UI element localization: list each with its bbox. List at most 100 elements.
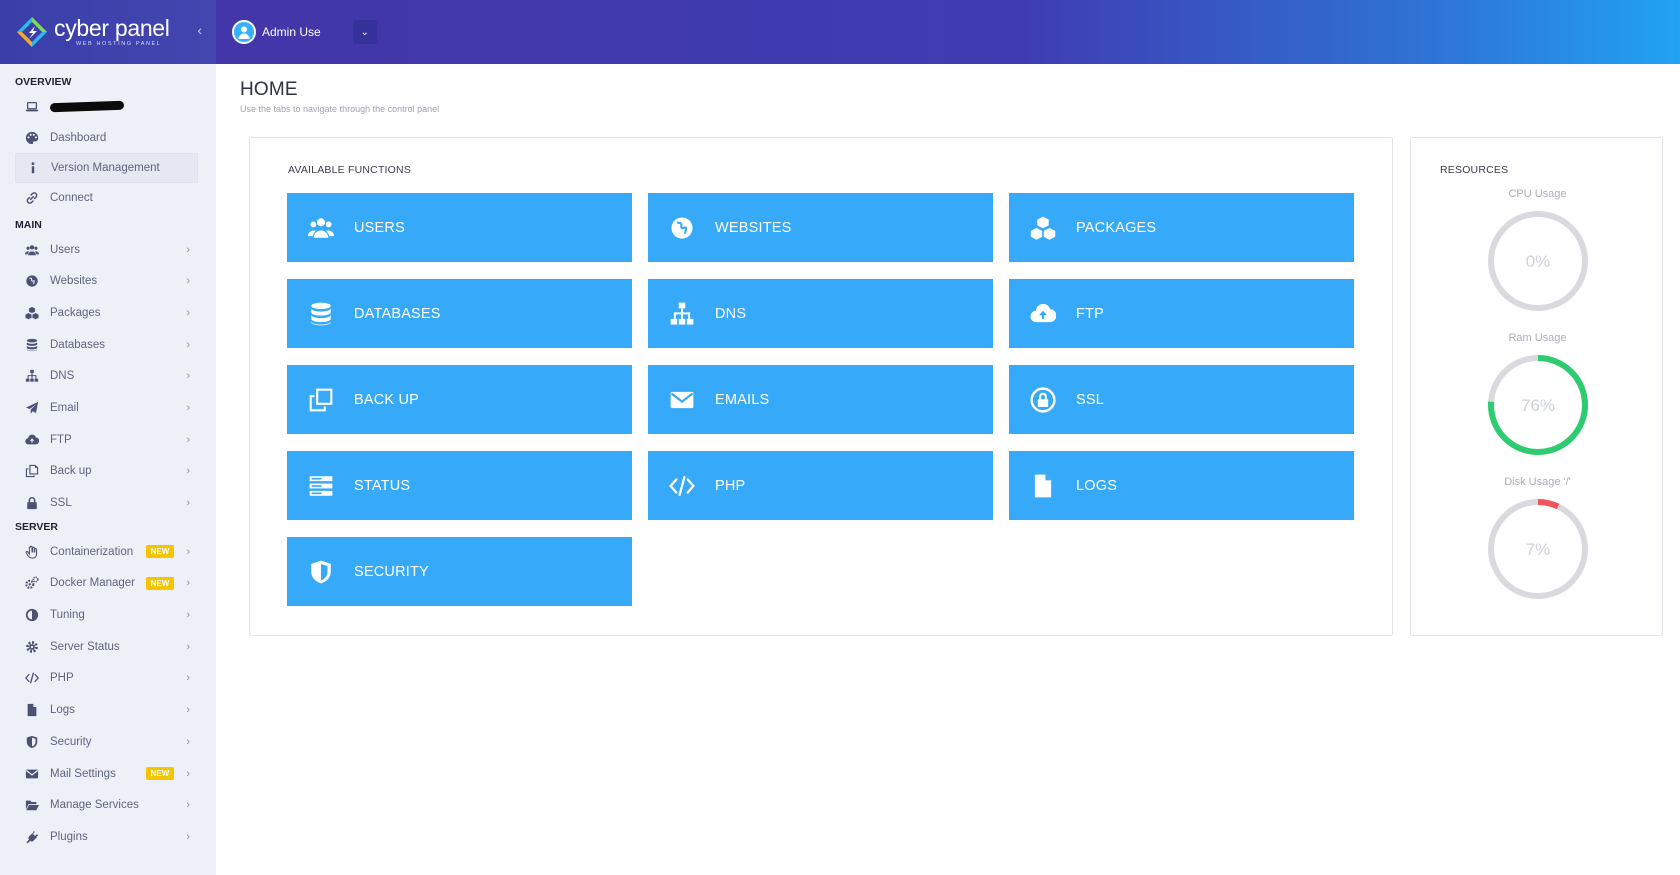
sidebar-item-back-up[interactable]: Back up › <box>0 456 216 488</box>
page-subtitle: Use the tabs to navigate through the con… <box>240 104 440 114</box>
function-tile-ssl[interactable]: SSL <box>1009 365 1354 434</box>
sidebar-item-label: Containerization <box>50 545 134 558</box>
sidebar-item-dashboard[interactable]: Dashboard <box>0 123 216 153</box>
copy-icon <box>307 386 335 414</box>
cubes-icon <box>24 305 40 321</box>
tile-label: LOGS <box>1076 477 1118 494</box>
sidebar-item-ftp[interactable]: FTP › <box>0 424 216 456</box>
chevron-right-icon: › <box>186 830 190 843</box>
sidebar-item-label: DNS <box>50 370 75 383</box>
function-tile-databases[interactable]: DATABASES <box>287 279 632 348</box>
sidebar-item-email[interactable]: Email › <box>0 392 216 424</box>
database-icon <box>307 300 335 328</box>
resources-panel: RESOURCES CPU Usage 0% Ram Usage 76% Dis… <box>1410 137 1663 636</box>
sidebar-item-connect[interactable]: Connect <box>0 183 216 213</box>
sidebar-item-plugins[interactable]: Plugins › <box>0 821 216 853</box>
sidebar-item-label: Logs <box>50 704 75 717</box>
sidebar-item-logs[interactable]: Logs › <box>0 694 216 726</box>
function-tile-users[interactable]: USERS <box>287 193 632 262</box>
envelope-icon <box>668 386 696 414</box>
tile-label: PACKAGES <box>1076 219 1157 236</box>
chevron-right-icon: › <box>186 338 190 351</box>
chevron-right-icon: › <box>186 640 190 653</box>
brand-name: cyber panel <box>54 15 170 41</box>
sidebar-item-label: Server Status <box>50 640 120 653</box>
function-tile-security[interactable]: SECURITY <box>287 537 632 606</box>
function-tile-emails[interactable]: EMAILS <box>648 365 993 434</box>
server-icon <box>307 472 335 500</box>
sidebar: cyber panel WEB HOSTING PANEL ‹ OVERVIEW… <box>0 0 216 875</box>
sidebar-item-websites[interactable]: Websites › <box>0 265 216 297</box>
sidebar-item-server-hostname[interactable] <box>0 91 216 123</box>
code-icon <box>24 670 40 686</box>
disk-usage-gauge: Disk Usage '/' 7% <box>1411 476 1664 602</box>
user-name[interactable]: Admin Use <box>262 25 321 39</box>
sidebar-item-label: Connect <box>50 191 93 204</box>
function-tile-logs[interactable]: LOGS <box>1009 451 1354 520</box>
sidebar-item-docker-manager[interactable]: Docker Manager NEW › <box>0 568 216 600</box>
chevron-right-icon: › <box>186 767 190 780</box>
sidebar-item-security[interactable]: Security › <box>0 726 216 758</box>
function-tile-websites[interactable]: WEBSITES <box>648 193 993 262</box>
database-icon <box>24 337 40 353</box>
function-tile-packages[interactable]: PACKAGES <box>1009 193 1354 262</box>
copy-icon <box>24 463 40 479</box>
laptop-icon <box>24 99 40 115</box>
sidebar-item-label: SSL <box>50 497 72 510</box>
sidebar-item-dns[interactable]: DNS › <box>0 360 216 392</box>
tile-label: SSL <box>1076 391 1105 408</box>
lock-icon <box>1029 386 1057 414</box>
sidebar-item-users[interactable]: Users › <box>0 234 216 266</box>
tile-label: DATABASES <box>354 305 441 322</box>
sidebar-collapse-icon[interactable]: ‹ <box>197 22 202 38</box>
sidebar-item-label: Security <box>50 735 92 748</box>
user-avatar-icon[interactable] <box>232 20 256 44</box>
sidebar-item-containerization[interactable]: Containerization NEW › <box>0 536 216 568</box>
code-icon <box>668 472 696 500</box>
sidebar-item-tuning[interactable]: Tuning › <box>0 599 216 631</box>
sidebar-item-databases[interactable]: Databases › <box>0 329 216 361</box>
sidebar-item-ssl[interactable]: SSL › <box>0 487 216 519</box>
info-icon <box>25 160 41 176</box>
sidebar-item-manage-services[interactable]: Manage Services › <box>0 789 216 821</box>
chevron-right-icon: › <box>186 609 190 622</box>
available-functions-panel: AVAILABLE FUNCTIONS USERS WEBSITES PACKA… <box>249 137 1393 636</box>
sidebar-item-label: Databases <box>50 338 105 351</box>
section-server: SERVER <box>15 520 58 533</box>
chevron-right-icon: › <box>186 370 190 383</box>
brand-tagline: WEB HOSTING PANEL <box>76 41 162 47</box>
sidebar-item-label: Packages <box>50 306 101 319</box>
sidebar-item-php[interactable]: PHP › <box>0 663 216 695</box>
user-menu-chevron-down-icon[interactable]: ⌄ <box>352 20 377 44</box>
sidebar-item-mail-settings[interactable]: Mail Settings NEW › <box>0 758 216 790</box>
brand-bar: cyber panel WEB HOSTING PANEL ‹ <box>0 0 216 64</box>
new-badge: NEW <box>145 576 175 590</box>
function-tile-back-up[interactable]: BACK UP <box>287 365 632 434</box>
tile-label: DNS <box>715 305 747 322</box>
gear-icon <box>24 639 40 655</box>
gauge-value: 76% <box>1520 396 1554 415</box>
cogs-icon <box>24 575 40 591</box>
function-tile-dns[interactable]: DNS <box>648 279 993 348</box>
sidebar-item-label: Email <box>50 401 79 414</box>
sitemap-icon <box>668 300 696 328</box>
cyberpanel-logo-icon[interactable] <box>16 16 48 48</box>
sidebar-item-packages[interactable]: Packages › <box>0 297 216 329</box>
sidebar-item-version-management[interactable]: Version Management <box>15 152 198 183</box>
function-tile-status[interactable]: STATUS <box>287 451 632 520</box>
sidebar-item-label: Manage Services <box>50 799 139 812</box>
plug-icon <box>24 829 40 845</box>
sidebar-item-label: FTP <box>50 433 72 446</box>
function-tile-ftp[interactable]: FTP <box>1009 279 1354 348</box>
function-tile-php[interactable]: PHP <box>648 451 993 520</box>
sidebar-item-label: Mail Settings <box>50 767 116 780</box>
gauge-label: Ram Usage <box>1508 332 1567 344</box>
cpu-usage-gauge: CPU Usage 0% <box>1411 188 1664 314</box>
cloud-upload-icon <box>24 432 40 448</box>
new-badge: NEW <box>145 545 175 559</box>
adjust-icon <box>24 607 40 623</box>
shield-icon <box>307 558 335 586</box>
sidebar-item-label: Version Management <box>51 161 160 174</box>
sidebar-item-server-status[interactable]: Server Status › <box>0 631 216 663</box>
lock-icon <box>24 495 40 511</box>
